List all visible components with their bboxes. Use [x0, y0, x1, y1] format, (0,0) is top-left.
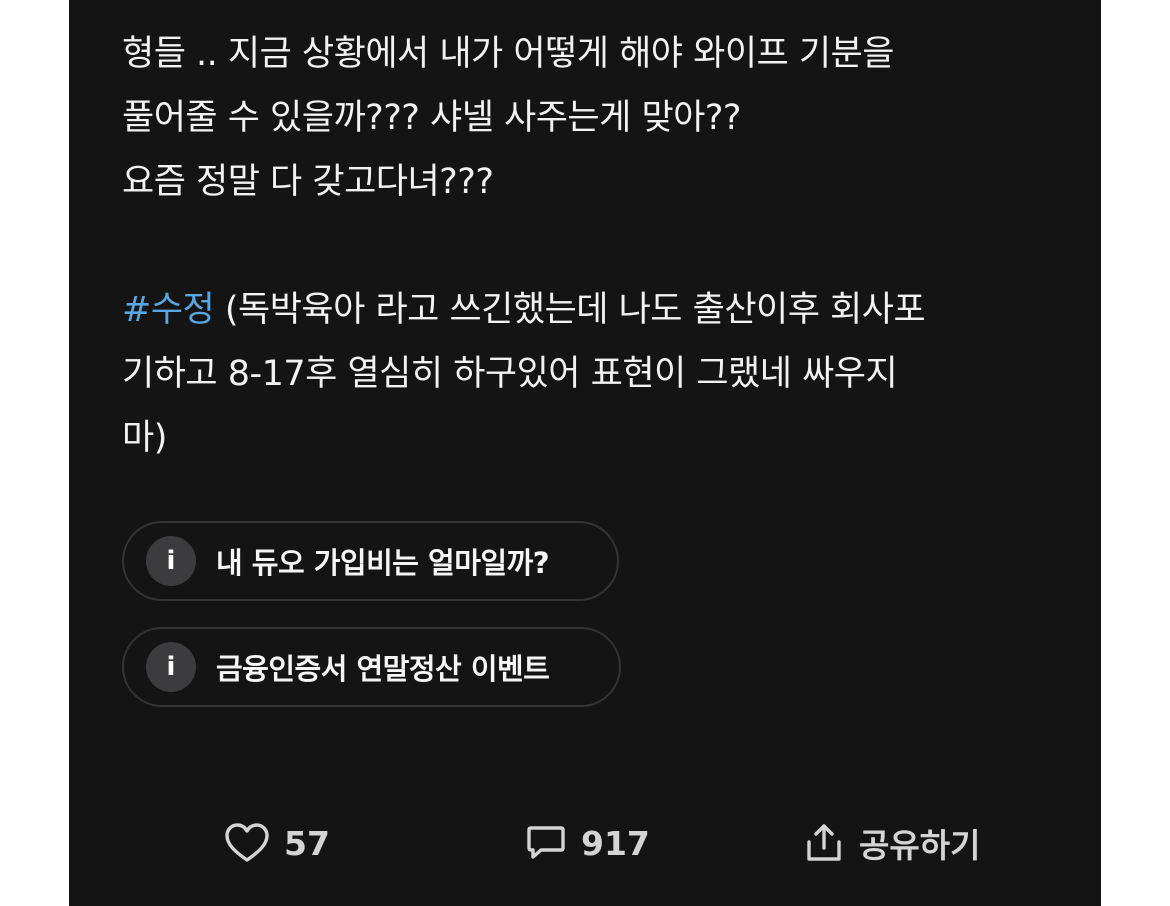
post-edit-line: 기하고 8-17후 열심히 하구있어 표현이 그랬네 싸우지 [122, 354, 898, 394]
like-count: 57 [284, 823, 330, 863]
post-edit-line: #수정 (독박육아 라고 쓰긴했는데 나도 출산이후 회사포 [122, 278, 1052, 342]
related-link-chip[interactable]: i 금융인증서 연말정산 이벤트 [122, 627, 621, 707]
info-icon: i [146, 536, 196, 586]
post-edit-text: (독박육아 라고 쓰긴했는데 나도 출산이후 회사포 [214, 290, 926, 330]
post-text-line: 요즘 정말 다 갖고다녀??? [122, 162, 494, 202]
post-text-line: 풀어줄 수 있을까??? 샤넬 사주는게 맞아?? [122, 98, 742, 138]
related-link-label: 금융인증서 연말정산 이벤트 [216, 652, 550, 686]
share-icon [803, 822, 845, 864]
comment-count: 917 [581, 823, 650, 863]
info-icon: i [146, 642, 196, 692]
heart-icon [224, 822, 270, 864]
comment-icon [525, 822, 567, 864]
post-edit-line: 마) [122, 418, 167, 458]
action-bar: 57 917 공유하기 [69, 815, 1101, 871]
like-button[interactable]: 57 [224, 815, 330, 871]
post-body: 형들 .. 지금 상황에서 내가 어떻게 해야 와이프 기분을 풀어줄 수 있을… [122, 22, 1052, 470]
related-link-label: 내 듀오 가입비는 얼마일까? [216, 546, 550, 580]
share-button[interactable]: 공유하기 [803, 815, 980, 871]
post-panel: 형들 .. 지금 상황에서 내가 어떻게 해야 와이프 기분을 풀어줄 수 있을… [69, 0, 1101, 906]
hashtag-link[interactable]: #수정 [122, 290, 215, 330]
post-text-line: 형들 .. 지금 상황에서 내가 어떻게 해야 와이프 기분을 [122, 34, 894, 74]
share-label: 공유하기 [859, 826, 981, 865]
comment-button[interactable]: 917 [525, 815, 650, 871]
related-link-chip[interactable]: i 내 듀오 가입비는 얼마일까? [122, 521, 619, 601]
